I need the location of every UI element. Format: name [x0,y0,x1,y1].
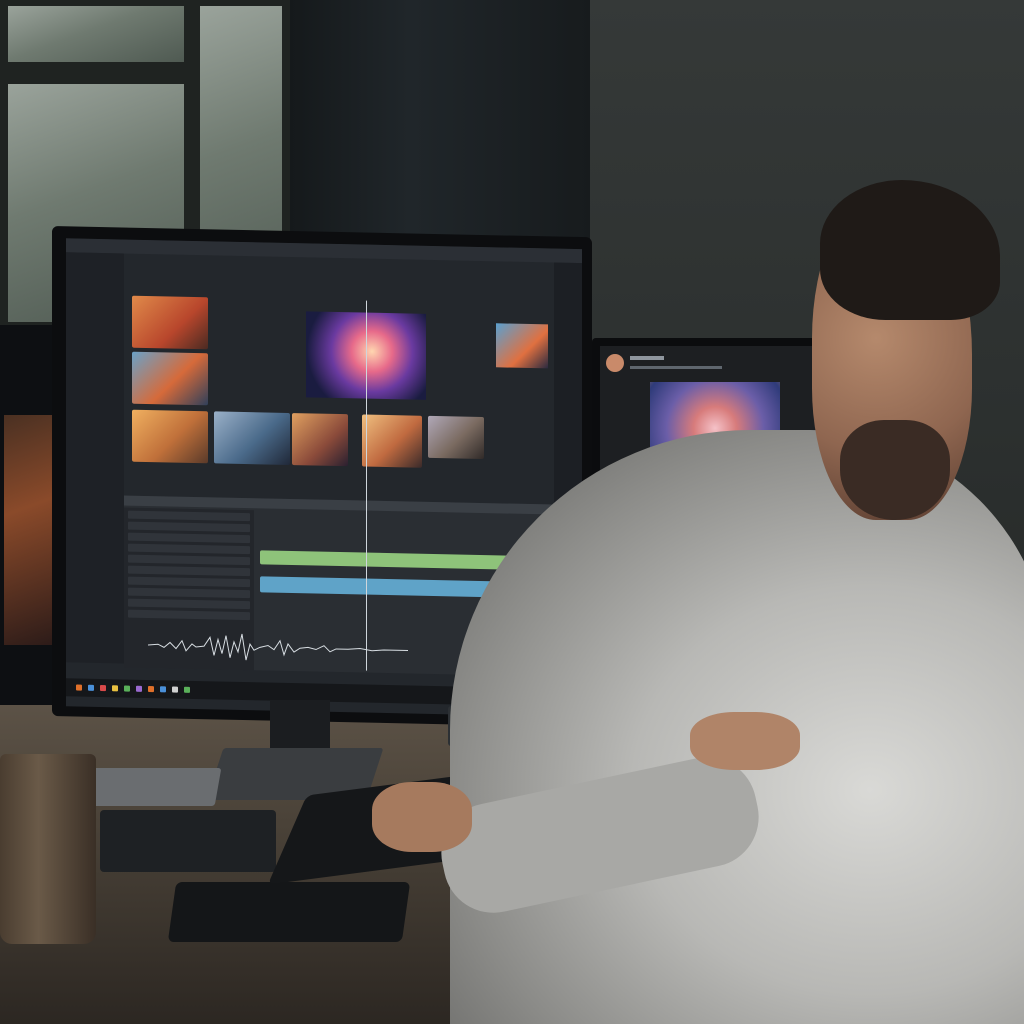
username[interactable] [630,356,664,360]
app-icon[interactable] [148,686,154,693]
person-hand [372,782,472,852]
device-box [100,810,276,872]
scene [0,0,1024,1024]
media-thumbnail[interactable] [132,351,208,406]
track-header[interactable] [128,510,250,522]
sidebar-item[interactable] [72,256,118,267]
track-header[interactable] [128,587,250,599]
app-icon[interactable] [172,686,178,693]
app-icon[interactable] [76,684,82,691]
app-icon[interactable] [124,685,130,692]
sidebar-item[interactable] [72,270,118,281]
app-icon[interactable] [184,686,190,693]
media-thumbnail[interactable] [292,413,348,467]
media-thumbnail[interactable] [428,415,484,460]
track-header[interactable] [128,598,250,610]
media-thumbnail[interactable] [214,411,290,465]
person-hand [690,712,800,770]
menu-bar [66,238,582,264]
app-icon[interactable] [100,685,106,692]
external-drive [86,768,222,806]
project-sidebar [66,252,124,664]
sidebar-item[interactable] [72,326,118,337]
sidebar-item[interactable] [72,284,118,295]
sidebar-item[interactable] [72,312,118,323]
track-header[interactable] [128,543,250,555]
sidebar-item[interactable] [72,298,118,309]
window-pane [8,6,184,62]
track-header[interactable] [128,532,250,544]
audio-waveform [148,633,408,661]
post-caption [630,366,722,369]
app-icon[interactable] [160,686,166,693]
track-header[interactable] [128,609,250,621]
coffee-cup [0,754,96,944]
media-thumbnail[interactable] [132,295,208,350]
playhead[interactable] [366,300,367,671]
track-header[interactable] [128,521,250,533]
app-icon[interactable] [88,684,94,691]
media-thumbnail[interactable] [362,414,422,468]
avatar[interactable] [606,354,624,372]
track-header[interactable] [128,576,250,588]
app-icon[interactable] [112,685,118,692]
media-thumbnail[interactable] [132,409,208,464]
person-beard [840,420,950,520]
phone [167,882,411,942]
source-preview [496,323,548,369]
app-icon[interactable] [136,685,142,692]
track-header[interactable] [128,565,250,577]
track-header[interactable] [128,554,250,566]
